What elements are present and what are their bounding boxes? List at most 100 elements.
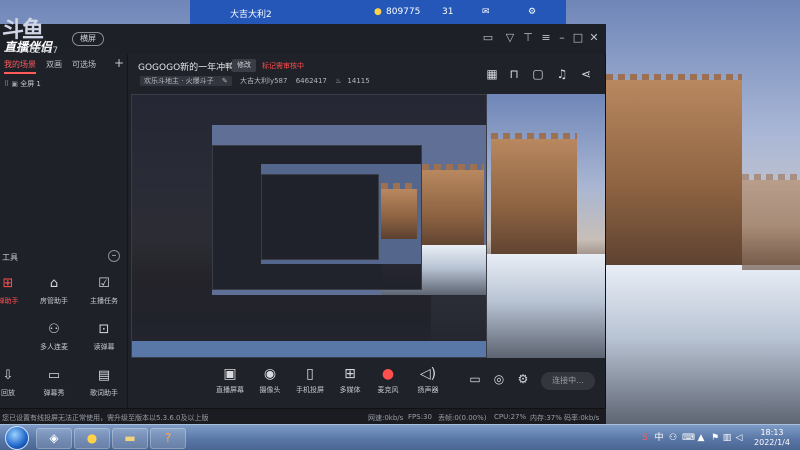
taskbar-clock[interactable]: 18:13 2022/1/4 — [748, 428, 796, 448]
window-icon[interactable]: ▢ — [530, 66, 546, 82]
tab-dual[interactable]: 双画 — [46, 59, 62, 70]
record-icon[interactable]: ▭ — [465, 372, 485, 386]
start-live-button[interactable]: 连接中... — [541, 372, 595, 390]
menu-icon[interactable]: ≡ — [538, 30, 554, 46]
multimedia-button[interactable]: ⊞ 多媒体 — [329, 366, 371, 395]
background-coins: 809775 — [386, 7, 421, 17]
status-mem: 内存:37% — [530, 414, 562, 422]
shirt-icon[interactable]: ▽ — [502, 30, 518, 46]
scene-item[interactable]: ⠿ ▣ 全屏 1 — [4, 79, 124, 93]
tray-flag-icon[interactable]: ⚑ — [710, 433, 720, 443]
taskbar-douyu-app[interactable]: ● — [74, 428, 110, 449]
status-cpu: CPU:27% — [494, 413, 527, 421]
coin-icon: ● — [374, 7, 382, 17]
bottom-toolbar: ▣ 直播屏幕 ◉ 摄像头 ▯ 手机投屏 ⊞ 多媒体 ● 麦克风 ◁) 扬声器 ▭… — [131, 358, 605, 408]
status-drop: 丢帧:0(0.00%) — [438, 414, 487, 422]
phone-cast-icon: ▯ — [306, 366, 314, 382]
minimize-icon[interactable]: – — [554, 30, 570, 46]
stream-title: GOGOGO新的一年冲鸭 — [138, 63, 235, 73]
app-logo-glyph: 斗鱼 — [2, 18, 44, 43]
nested-wall-small — [381, 183, 417, 239]
nested-preview-4 — [261, 164, 421, 264]
mode-switch-pill[interactable]: 横屏 — [72, 32, 104, 46]
edit-title-button[interactable]: 修改 — [232, 59, 256, 72]
shield-icon: ◈ — [49, 431, 59, 445]
tab-optional[interactable]: 可选场 — [72, 59, 96, 70]
chat-icon[interactable]: ▭ — [480, 30, 496, 46]
tool-streamer-task[interactable]: ☑ 主播任务 — [80, 276, 128, 320]
tools-title: 工具 — [2, 253, 18, 262]
clock-date: 2022/1/4 — [754, 438, 790, 447]
douyu-icon: ● — [86, 431, 98, 445]
gear-icon[interactable]: ⚙ — [528, 7, 536, 17]
settings-circle-icon[interactable]: ◎ — [489, 372, 509, 386]
nested-preview-5 — [261, 174, 379, 260]
tray-arrow-icon[interactable]: ▲ — [696, 433, 706, 443]
live-preview[interactable] — [131, 94, 605, 358]
heat-value: 14115 — [347, 77, 370, 85]
tab-my-scenes[interactable]: 我的场景 — [4, 59, 36, 74]
maximize-icon[interactable]: □ — [570, 30, 586, 46]
tray-keyboard-icon[interactable]: ⌨ — [682, 433, 695, 443]
share-icon[interactable]: ⋖ — [578, 66, 594, 82]
status-bitrate: 码率:0kb/s — [564, 414, 600, 422]
tool-partial-helper[interactable]: ⊞ 弹助手 — [0, 276, 32, 320]
download-icon: ⇩ — [2, 368, 14, 383]
tool-label: 回放 — [1, 389, 15, 397]
bottom-tool-label: 麦克风 — [377, 386, 399, 394]
clock-time: 18:13 — [760, 428, 784, 437]
camera-button[interactable]: ◉ 摄像头 — [249, 366, 291, 395]
tool-room-manager[interactable]: ⌂ 房管助手 — [30, 276, 78, 320]
tool-label: 多人连麦 — [40, 343, 68, 351]
great-wall-section — [742, 174, 800, 270]
meta-room-id: 6462417 — [295, 77, 327, 85]
bottom-tool-label: 直播屏幕 — [216, 386, 244, 394]
status-speed: 网速:0kb/s — [368, 414, 404, 422]
left-panel: 我的场景 双画 可选场 + ⠿ ▣ 全屏 1 工具 – ⊞ 弹助手 ⌂ 房管助手… — [0, 54, 128, 424]
tray-network-icon[interactable]: ▥ — [722, 433, 732, 443]
speaker-button[interactable]: ◁) 扬声器 — [407, 366, 449, 395]
microphone-button[interactable]: ● 麦克风 — [367, 366, 409, 395]
multi-user-icon: ⚇ — [48, 322, 60, 337]
taskbar-folder-app[interactable]: ▬ — [112, 428, 148, 449]
close-icon[interactable]: ✕ — [586, 30, 602, 46]
bell-icon[interactable]: ♫ — [554, 66, 570, 82]
speaker-icon: ◁) — [419, 366, 437, 382]
tool-playback[interactable]: ⇩ 回放 — [0, 368, 32, 412]
pin-icon[interactable]: ⊤ — [520, 30, 536, 46]
add-scene-icon[interactable]: + — [114, 56, 124, 70]
lock-icon[interactable]: ⊓ — [506, 66, 522, 82]
preview-wall-tower — [491, 133, 577, 259]
mic-icon: ● — [381, 366, 395, 382]
gear-icon[interactable]: ⚙ — [513, 372, 533, 386]
tool-danmaku-show[interactable]: ▭ 弹幕秀 — [30, 368, 78, 412]
nested-taskbar — [132, 341, 486, 357]
tray-people-icon[interactable]: ⚇ — [668, 433, 678, 443]
tool-multi-mic[interactable]: ⚇ 多人连麦 — [30, 322, 78, 366]
tray-volume-icon[interactable]: ◁ — [734, 433, 744, 443]
taskbar-help-app[interactable]: ? — [150, 428, 186, 449]
taskbar-shield-app[interactable]: ◈ — [36, 428, 72, 449]
bottom-tool-label: 扬声器 — [417, 386, 439, 394]
review-status: 标记需审核中 — [262, 62, 304, 70]
screen-capture-button[interactable]: ▣ 直播屏幕 — [209, 366, 251, 395]
collapse-tools-icon[interactable]: – — [108, 250, 120, 262]
tool-label: 弹助手 — [0, 297, 19, 305]
task-icon: ☑ — [98, 276, 110, 291]
phone-cast-button[interactable]: ▯ 手机投屏 — [289, 366, 331, 395]
status-notice: 您已设置有线投屏无法正常使用，需升级至版本以5.3.6.0及以上版 — [2, 414, 209, 422]
tool-lyrics[interactable]: ▤ 歌词助手 — [80, 368, 128, 412]
nested-preview-1 — [131, 94, 487, 358]
category-chip[interactable]: 欢乐斗地主 · 火爆斗子 ✎ — [140, 76, 232, 86]
gift-icon[interactable]: ▦ — [484, 66, 500, 82]
mail-icon[interactable]: ✉ — [482, 7, 490, 17]
heat-icon: ♨ — [335, 77, 342, 85]
start-button[interactable] — [5, 426, 29, 450]
tool-label: 弹幕秀 — [43, 389, 65, 397]
tray-pinyin-icon[interactable]: 中 — [654, 433, 664, 443]
taskbar: ◈ ● ▬ ? S 中 ⚇ ⌨ ▲ ⚑ ▥ ◁ 18:13 2022/1/4 — [0, 424, 800, 450]
tray-ime-icon[interactable]: S — [640, 433, 650, 443]
stream-meta: 欢乐斗地主 · 火爆斗子 ✎ 大吉大利ly587 6462417 ♨ 14115 — [140, 76, 376, 86]
title-bar: 斗鱼 直播伴侣 横屏 ▭ ▽ ⊤ ≡ – □ ✕ — [0, 18, 606, 54]
tool-read-danmaku[interactable]: ⊡ 读弹幕 — [80, 322, 128, 366]
